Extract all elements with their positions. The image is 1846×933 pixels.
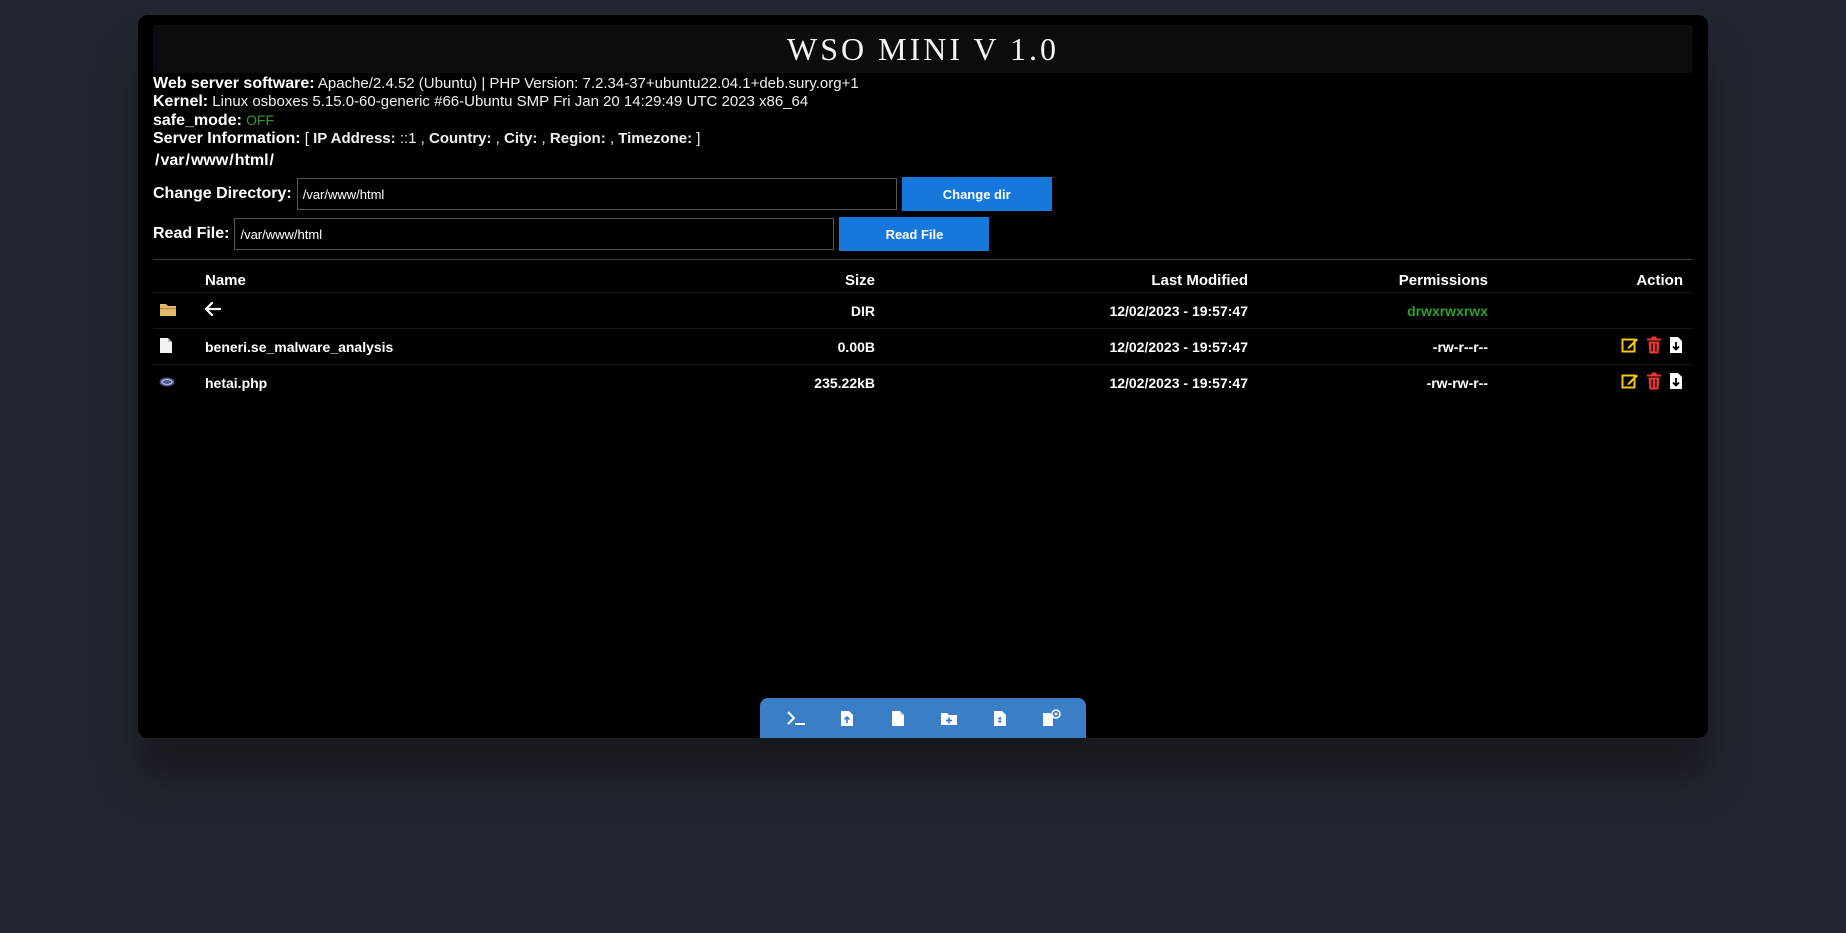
change-dir-form: Change Directory: Change dir	[153, 177, 1052, 211]
server-info-label: Server Information:	[153, 130, 301, 147]
row-icon-cell	[153, 292, 195, 329]
country-label: Country:	[429, 130, 492, 147]
server-info-details: [ IP Address: ::1 , Country: , City: , R…	[304, 130, 701, 147]
change-dir-label: Change Directory:	[153, 185, 292, 202]
read-file-label: Read File:	[153, 225, 230, 242]
table-header: Name Size Last Modified Permissions Acti…	[153, 268, 1693, 293]
row-action-group	[1621, 372, 1683, 390]
delete-icon[interactable]	[1646, 372, 1662, 390]
table-row[interactable]: hetai.php 235.22kB 12/02/2023 - 19:57:47…	[153, 364, 1693, 400]
upload-file-icon[interactable]	[835, 706, 859, 730]
path-separator: /	[185, 152, 190, 169]
read-file-input[interactable]	[234, 218, 835, 250]
ip-label: IP Address:	[313, 130, 396, 147]
row-action-group	[1621, 336, 1683, 354]
path-segment-var[interactable]: var	[160, 152, 184, 169]
header-name[interactable]: Name	[195, 268, 715, 293]
delete-icon[interactable]	[1646, 336, 1662, 354]
row-permissions[interactable]: drwxrwxrwx	[1258, 292, 1498, 329]
timezone-label: Timezone:	[618, 130, 693, 147]
header-size[interactable]: Size	[715, 268, 885, 293]
path-segment-html[interactable]: html	[235, 152, 269, 169]
parent-dir-cell[interactable]	[195, 292, 715, 329]
header-permissions[interactable]: Permissions	[1258, 268, 1498, 293]
row-modified: 12/02/2023 - 19:57:47	[885, 328, 1258, 365]
row-size: 235.22kB	[715, 364, 885, 400]
main-panel: WSO MINI V 1.0 Web server software: Apac…	[138, 15, 1708, 738]
city-label: City:	[504, 130, 538, 147]
row-permissions[interactable]: -rw-r--r--	[1258, 328, 1498, 365]
row-actions	[1498, 292, 1693, 329]
terminal-icon[interactable]	[784, 706, 808, 730]
change-dir-button[interactable]: Change dir	[901, 177, 1052, 211]
safe-mode-value: OFF	[246, 112, 275, 128]
php-icon	[159, 377, 175, 386]
file-code-icon[interactable]	[988, 706, 1012, 730]
path-separator: /	[155, 152, 160, 169]
row-size: DIR	[715, 292, 885, 329]
header-last-modified[interactable]: Last Modified	[885, 268, 1258, 293]
path-segment-www[interactable]: www	[191, 152, 228, 169]
path-separator: /	[269, 152, 274, 169]
read-file-button[interactable]: Read File	[839, 217, 990, 251]
safe-mode-label: safe_mode:	[153, 112, 242, 129]
download-icon[interactable]	[1669, 336, 1683, 354]
kernel-value: Linux osboxes 5.15.0-60-generic #66-Ubun…	[212, 93, 809, 110]
row-actions	[1498, 364, 1693, 400]
row-name[interactable]: beneri.se_malware_analysis	[195, 328, 715, 365]
edit-icon[interactable]	[1621, 336, 1639, 354]
table-row[interactable]: beneri.se_malware_analysis 0.00B 12/02/2…	[153, 328, 1693, 365]
row-size: 0.00B	[715, 328, 885, 365]
download-icon[interactable]	[1669, 372, 1683, 390]
ip-value: ::1	[399, 130, 417, 147]
breadcrumb: /var/www/html/	[155, 152, 275, 170]
divider	[153, 259, 1693, 260]
row-actions	[1498, 328, 1693, 365]
file-table: Name Size Last Modified Permissions Acti…	[153, 268, 1693, 400]
row-name[interactable]: hetai.php	[195, 364, 715, 400]
new-folder-icon[interactable]	[937, 706, 961, 730]
file-icon	[160, 337, 172, 353]
row-permissions[interactable]: -rw-rw-r--	[1258, 364, 1498, 400]
server-info: Web server software: Apache/2.4.52 (Ubun…	[153, 75, 859, 148]
change-dir-input[interactable]	[296, 178, 897, 210]
region-label: Region:	[549, 130, 606, 147]
header-icon-col	[153, 268, 195, 293]
web-server-value: Apache/2.4.52 (Ubuntu) | PHP Version: 7.…	[317, 75, 859, 92]
table-row[interactable]: DIR 12/02/2023 - 19:57:47 drwxrwxrwx	[153, 292, 1693, 329]
folder-icon	[160, 304, 176, 316]
settings-icon[interactable]	[1039, 706, 1063, 730]
path-separator: /	[229, 152, 234, 169]
app-title: WSO MINI V 1.0	[787, 30, 1059, 67]
new-file-icon[interactable]	[886, 706, 910, 730]
row-modified: 12/02/2023 - 19:57:47	[885, 292, 1258, 329]
bottom-toolbar	[760, 698, 1086, 738]
kernel-label: Kernel:	[153, 93, 209, 110]
row-modified: 12/02/2023 - 19:57:47	[885, 364, 1258, 400]
read-file-form: Read File: Read File	[153, 217, 990, 251]
row-icon-cell	[153, 328, 195, 365]
row-icon-cell	[153, 364, 195, 400]
title-bar: WSO MINI V 1.0	[153, 25, 1693, 73]
header-action: Action	[1636, 271, 1683, 289]
arrow-left-icon[interactable]	[204, 301, 222, 317]
edit-icon[interactable]	[1621, 372, 1639, 390]
web-server-label: Web server software:	[153, 75, 315, 92]
